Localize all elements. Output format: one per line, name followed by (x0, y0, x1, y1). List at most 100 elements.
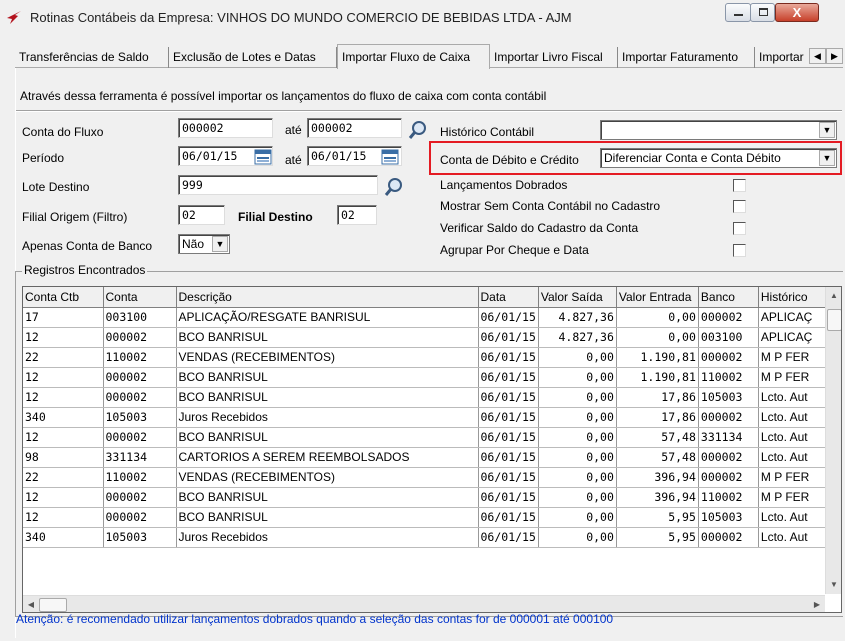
scroll-down-icon[interactable]: ▼ (826, 576, 841, 594)
chevron-down-icon[interactable]: ▼ (819, 122, 835, 138)
table-cell: BCO BANRISUL (176, 427, 479, 448)
table-cell: 06/01/15 (478, 507, 539, 528)
table-row[interactable]: 12 000002 BCO BANRISUL 06/01/15 0,00 57,48 331… (23, 427, 826, 448)
registros-group-label: Registros Encontrados (22, 263, 148, 277)
vertical-scrollbar[interactable]: ▲ ▼ (825, 287, 841, 594)
table-row[interactable]: 340 105003 Juros Recebidos 06/01/15 0,00 17,8… (23, 407, 826, 428)
horizontal-scroll-thumb[interactable] (39, 598, 67, 612)
filial-destino-field[interactable]: 02 (337, 205, 377, 225)
scroll-left-icon[interactable]: ◀ (23, 596, 39, 612)
table-cell: 0,00 (538, 527, 617, 548)
apenas-conta-banco-select[interactable]: Não ▼ (178, 234, 230, 254)
tool-description: Através dessa ferramenta é possível impo… (20, 89, 547, 103)
tab-transferencias-saldo[interactable]: Transferências de Saldo (15, 47, 169, 68)
tab-scroll-left-icon[interactable]: ◀ (809, 48, 826, 64)
search-icon[interactable] (407, 119, 429, 141)
tab-importar[interactable]: Importar (755, 47, 809, 68)
table-row[interactable]: 12 000002 BCO BANRISUL 06/01/15 0,00 396,94 11… (23, 487, 826, 508)
table-row[interactable]: 98 331134 CARTORIOS A SEREM REEMBOLSADOS 06… (23, 447, 826, 468)
conta-fluxo-ate-field[interactable]: 000002 (307, 118, 402, 138)
table-cell: CARTORIOS A SEREM REEMBOLSADOS (176, 447, 479, 468)
filial-destino-label: Filial Destino (238, 210, 313, 224)
table-cell: 0,00 (616, 307, 699, 328)
table-cell: 000002 (698, 407, 759, 428)
mostrar-sem-conta-checkbox[interactable] (733, 200, 746, 213)
agrupar-cheque-checkbox[interactable] (733, 244, 746, 257)
tab-importar-livro-fiscal[interactable]: Importar Livro Fiscal (490, 47, 618, 68)
close-button[interactable]: X (775, 3, 819, 22)
calendar-icon[interactable] (254, 148, 272, 165)
table-row[interactable]: 12 000002 BCO BANRISUL 06/01/15 0,00 5,95 1050… (23, 507, 826, 528)
table-row[interactable]: 12 000002 BCO BANRISUL 06/01/15 4.827,36 0,00… (23, 327, 826, 348)
table-cell: 331134 (698, 427, 759, 448)
table-cell: 000002 (698, 447, 759, 468)
status-message: Atenção: é recomendado utilizar lançamen… (16, 612, 614, 626)
table-cell: Lcto. Aut (758, 427, 826, 448)
maximize-button[interactable] (750, 3, 775, 22)
table-cell: M P FER (758, 367, 826, 388)
historico-contabil-select[interactable]: ▼ (600, 120, 837, 140)
table-cell: 06/01/15 (478, 347, 539, 368)
tab-importar-fluxo-caixa[interactable]: Importar Fluxo de Caixa (337, 44, 490, 69)
minimize-button[interactable] (725, 3, 751, 22)
chevron-down-icon[interactable]: ▼ (212, 236, 228, 252)
lote-destino-label: Lote Destino (22, 180, 90, 194)
table-cell: 0,00 (538, 407, 617, 428)
table-cell: BCO BANRISUL (176, 387, 479, 408)
table-cell: Lcto. Aut (758, 447, 826, 468)
scroll-up-icon[interactable]: ▲ (826, 287, 841, 305)
table-body: 17 003100 APLICAÇÃO/RESGATE BANRISUL 06/01/… (23, 307, 826, 548)
table-row[interactable]: 22 110002 VENDAS (RECEBIMENTOS) 06/01/15 0,0… (23, 467, 826, 488)
tab-scroll-right-icon[interactable]: ▶ (826, 48, 843, 64)
search-icon[interactable] (383, 176, 405, 198)
chevron-down-icon[interactable]: ▼ (819, 150, 835, 166)
column-header[interactable]: Descrição (176, 287, 479, 308)
lancamentos-dobrados-checkbox[interactable] (733, 179, 746, 192)
column-header[interactable]: Valor Saída (538, 287, 617, 308)
table-cell: 12 (23, 327, 104, 348)
tab-importar-faturamento[interactable]: Importar Faturamento (618, 47, 755, 68)
table-cell: 110002 (698, 367, 759, 388)
table-cell: 0,00 (538, 427, 617, 448)
table-cell: 000002 (103, 387, 177, 408)
verificar-saldo-checkbox[interactable] (733, 222, 746, 235)
column-header[interactable]: Valor Entrada (616, 287, 699, 308)
table-cell: 06/01/15 (478, 427, 539, 448)
column-header[interactable]: Conta Ctb (23, 287, 104, 308)
periodo-ate-label: até (285, 153, 302, 167)
table-cell: APLICAÇ (758, 307, 826, 328)
table-cell: 1.190,81 (616, 367, 699, 388)
table-row[interactable]: 12 000002 BCO BANRISUL 06/01/15 0,00 1.190,81… (23, 367, 826, 388)
conta-fluxo-de-field[interactable]: 000002 (178, 118, 273, 138)
filial-origem-field[interactable]: 02 (178, 205, 225, 225)
table-cell: 06/01/15 (478, 467, 539, 488)
results-grid: Conta Ctb Conta Descrição Data Valor Saí… (22, 286, 842, 613)
calendar-icon[interactable] (381, 148, 399, 165)
tab-exclusao-lotes[interactable]: Exclusão de Lotes e Datas (169, 47, 337, 68)
horizontal-scrollbar[interactable]: ◀ ▶ (23, 595, 825, 612)
periodo-label: Período (22, 151, 65, 165)
table-cell: VENDAS (RECEBIMENTOS) (176, 467, 479, 488)
table-row[interactable]: 22 110002 VENDAS (RECEBIMENTOS) 06/01/15 0,0… (23, 347, 826, 368)
lote-destino-field[interactable]: 999 (178, 175, 378, 195)
verificar-saldo-label: Verificar Saldo do Cadastro da Conta (440, 221, 639, 235)
table-cell: 003100 (103, 307, 177, 328)
table-cell: 0,00 (538, 447, 617, 468)
column-header[interactable]: Banco (698, 287, 759, 308)
table-cell: 331134 (103, 447, 177, 468)
window-title: Rotinas Contábeis da Empresa: VINHOS DO … (30, 10, 572, 25)
historico-contabil-label: Histórico Contábil (440, 125, 535, 139)
table-cell: 22 (23, 467, 104, 488)
table-cell: 4.827,36 (538, 307, 617, 328)
table-row[interactable]: 17 003100 APLICAÇÃO/RESGATE BANRISUL 06/01/… (23, 307, 826, 328)
conta-debito-credito-select[interactable]: Diferenciar Conta e Conta Débito ▼ (600, 148, 837, 168)
table-cell: 396,94 (616, 467, 699, 488)
table-cell: 105003 (103, 407, 177, 428)
scroll-right-icon[interactable]: ▶ (809, 596, 825, 612)
vertical-scroll-thumb[interactable] (827, 309, 841, 331)
column-header[interactable]: Conta (103, 287, 177, 308)
table-row[interactable]: 340 105003 Juros Recebidos 06/01/15 0,00 5,95… (23, 527, 826, 548)
column-header[interactable]: Histórico (758, 287, 826, 308)
column-header[interactable]: Data (478, 287, 539, 308)
table-row[interactable]: 12 000002 BCO BANRISUL 06/01/15 0,00 17,86 105… (23, 387, 826, 408)
